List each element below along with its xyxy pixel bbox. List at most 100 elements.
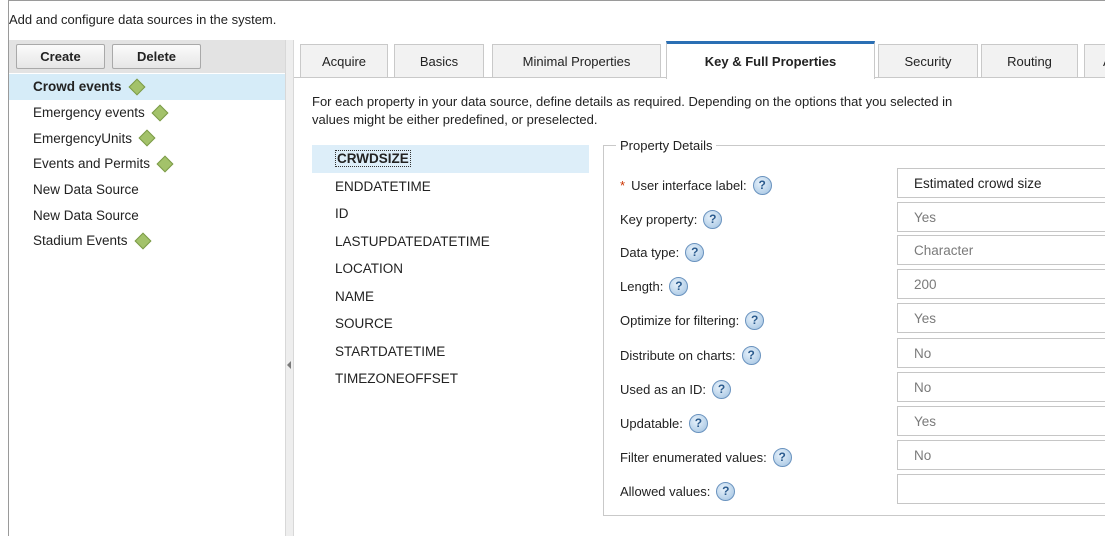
distribute-on-charts-field[interactable]: No xyxy=(897,338,1105,368)
property-list: CRWDSIZE ENDDATETIME ID LASTUPDATEDATETIME L… xyxy=(312,145,589,393)
data-source-label: EmergencyUnits xyxy=(33,130,133,146)
tab-a[interactable]: A xyxy=(1084,44,1105,78)
property-details-legend: Property Details xyxy=(616,138,717,153)
detail-row-length: Length:? 200 xyxy=(620,269,1105,299)
property-item[interactable]: ID xyxy=(312,200,589,228)
data-source-label: New Data Source xyxy=(33,182,139,198)
panel-splitter[interactable] xyxy=(285,40,294,536)
property-item[interactable]: LASTUPDATEDATETIME xyxy=(312,228,589,256)
help-icon[interactable]: ? xyxy=(772,448,792,467)
detail-row-distribute-on-charts: Distribute on charts:? No xyxy=(620,338,1105,368)
detail-label-text: User interface label: xyxy=(631,178,747,193)
detail-label: Length:? xyxy=(620,277,689,296)
data-source-item[interactable]: Stadium Events xyxy=(9,228,285,254)
tab-key-full-properties[interactable]: Key & Full Properties xyxy=(666,41,875,79)
help-icon[interactable]: ? xyxy=(669,277,689,296)
data-source-item[interactable]: New Data Source xyxy=(9,177,285,203)
detail-label: Key property:? xyxy=(620,210,723,229)
data-source-list: Crowd events Emergency events EmergencyUni… xyxy=(9,74,285,254)
delete-button[interactable]: Delete xyxy=(112,44,201,69)
optimize-for-filtering-field[interactable]: Yes xyxy=(897,303,1105,333)
help-icon[interactable]: ? xyxy=(741,346,761,365)
help-icon[interactable]: ? xyxy=(716,482,736,501)
detail-label: Used as an ID:? xyxy=(620,380,731,399)
allowed-values-field[interactable] xyxy=(897,474,1105,504)
status-diamond-icon xyxy=(151,104,169,122)
toolbar: Create Delete xyxy=(9,40,285,73)
detail-row-used-as-an-id: Used as an ID:? No xyxy=(620,372,1105,402)
property-item[interactable]: TIMEZONEOFFSET xyxy=(312,365,589,393)
detail-label-text: Distribute on charts: xyxy=(620,348,736,363)
detail-label: Filter enumerated values:? xyxy=(620,448,792,467)
help-icon[interactable]: ? xyxy=(685,243,705,262)
required-marker: * xyxy=(620,178,626,193)
detail-label: Updatable:? xyxy=(620,414,708,433)
detail-label: Allowed values:? xyxy=(620,482,736,501)
help-icon[interactable]: ? xyxy=(745,311,765,330)
detail-row-updatable: Updatable:? Yes xyxy=(620,406,1105,436)
help-icon[interactable]: ? xyxy=(752,176,772,195)
detail-row-optimize-for-filtering: Optimize for filtering:? Yes xyxy=(620,303,1105,333)
detail-label-text: Data type: xyxy=(620,245,680,260)
key-property-field[interactable]: Yes xyxy=(897,202,1105,232)
detail-label: Data type:? xyxy=(620,243,705,262)
property-item[interactable]: LOCATION xyxy=(312,255,589,283)
tab-minimal-properties[interactable]: Minimal Properties xyxy=(492,44,661,78)
property-name: SOURCE xyxy=(335,316,393,332)
detail-label: * User interface label:? xyxy=(620,176,772,195)
updatable-field[interactable]: Yes xyxy=(897,406,1105,436)
data-source-item[interactable]: New Data Source xyxy=(9,202,285,228)
length-field[interactable]: 200 xyxy=(897,269,1105,299)
user-interface-label-field[interactable]: Estimated crowd size xyxy=(897,168,1105,198)
create-button[interactable]: Create xyxy=(16,44,105,69)
detail-label-text: Optimize for filtering: xyxy=(620,313,740,328)
tab-security[interactable]: Security xyxy=(878,44,978,78)
tab-routing[interactable]: Routing xyxy=(981,44,1078,78)
property-item[interactable]: SOURCE xyxy=(312,310,589,338)
detail-label-text: Key property: xyxy=(620,212,698,227)
property-name: LOCATION xyxy=(335,261,404,277)
description-line-2: values might be either predefined, or pr… xyxy=(312,112,598,127)
data-source-label: Events and Permits xyxy=(33,156,151,172)
status-diamond-icon xyxy=(128,78,146,96)
tab-basics[interactable]: Basics xyxy=(394,44,484,78)
detail-label-text: Filter enumerated values: xyxy=(620,450,767,465)
tab-acquire[interactable]: Acquire xyxy=(300,44,388,78)
help-icon[interactable]: ? xyxy=(712,380,731,399)
collapse-arrow-icon[interactable] xyxy=(287,361,291,369)
data-source-label: Emergency events xyxy=(33,105,145,121)
property-name: ENDDATETIME xyxy=(335,178,431,194)
detail-label: Distribute on charts:? xyxy=(620,346,761,365)
data-source-label: Crowd events xyxy=(33,79,122,95)
detail-row-data-type: Data type:? Character xyxy=(620,235,1105,265)
data-source-item[interactable]: EmergencyUnits xyxy=(9,125,285,151)
help-icon[interactable]: ? xyxy=(688,414,708,433)
property-name: TIMEZONEOFFSET xyxy=(335,371,458,387)
description-line-1: For each property in your data source, d… xyxy=(312,94,953,109)
property-item[interactable]: STARTDATETIME xyxy=(312,338,589,366)
detail-label-text: Length: xyxy=(620,279,664,294)
help-icon[interactable]: ? xyxy=(703,210,723,229)
status-diamond-icon xyxy=(156,155,174,173)
filter-enumerated-values-field[interactable]: No xyxy=(897,440,1105,470)
used-as-an-id-field[interactable]: No xyxy=(897,372,1105,402)
tab-bar: Acquire Basics Minimal Properties Key & Ful… xyxy=(294,40,1105,79)
data-source-item[interactable]: Events and Permits xyxy=(9,151,285,177)
detail-label-text: Used as an ID: xyxy=(620,382,706,397)
property-item[interactable]: ENDDATETIME xyxy=(312,173,589,201)
data-source-label: Stadium Events xyxy=(33,233,128,249)
detail-row-filter-enumerated-values: Filter enumerated values:? No xyxy=(620,440,1105,470)
detail-row-user-interface-label: * User interface label:? Estimated crowd s… xyxy=(620,168,1105,198)
intro-text: Add and configure data sources in the sy… xyxy=(9,12,277,27)
status-diamond-icon xyxy=(138,129,156,147)
property-name: CRWDSIZE xyxy=(335,150,411,168)
data-source-panel: Create Delete Crowd events Emergency even… xyxy=(9,40,285,536)
data-source-item[interactable]: Emergency events xyxy=(9,100,285,126)
detail-row-key-property: Key property:? Yes xyxy=(620,202,1105,232)
detail-label-text: Allowed values: xyxy=(620,484,711,499)
data-type-field[interactable]: Character xyxy=(897,235,1105,265)
property-item[interactable]: CRWDSIZE xyxy=(312,145,589,173)
detail-row-allowed-values: Allowed values:? xyxy=(620,474,1105,504)
data-source-item[interactable]: Crowd events xyxy=(9,74,285,100)
property-item[interactable]: NAME xyxy=(312,283,589,311)
